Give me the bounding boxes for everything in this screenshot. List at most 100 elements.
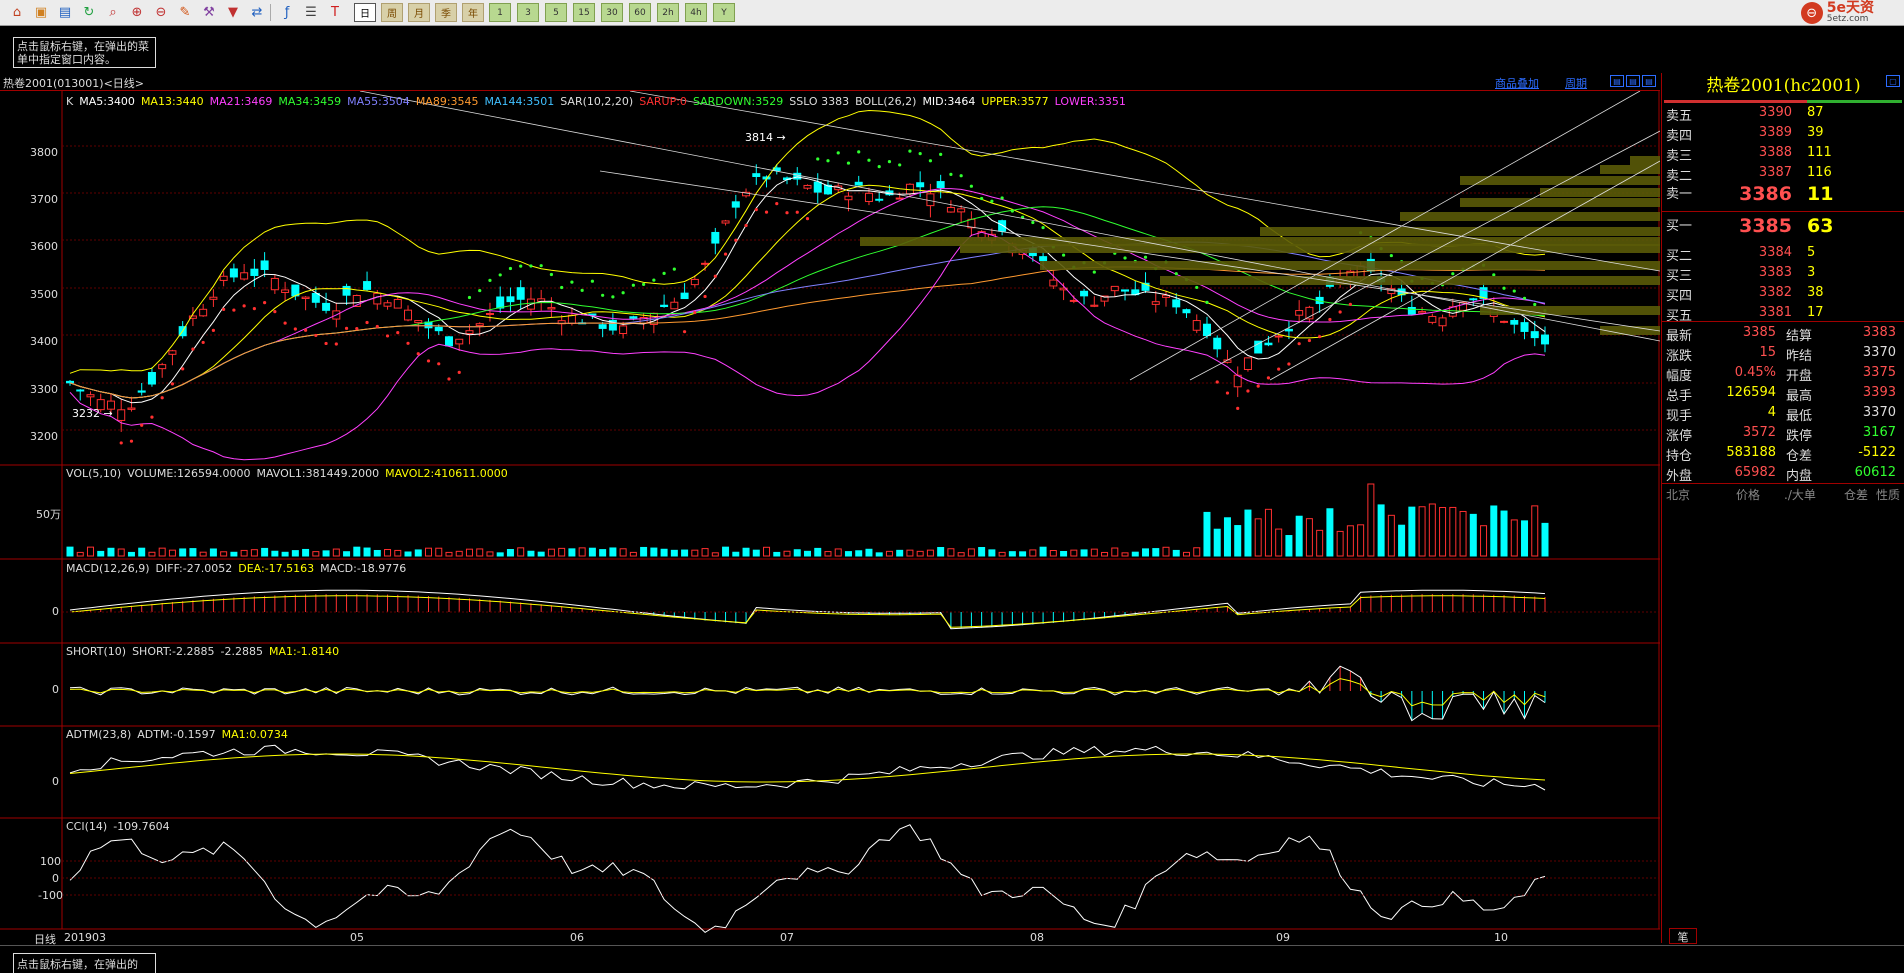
minute-period-button-8[interactable]: Y xyxy=(713,3,735,22)
adtm-legend: ADTM(23,8) ADTM:-0.1597 MA1:0.0734 xyxy=(66,728,294,741)
volume-bar xyxy=(97,550,105,557)
stat-label: 最低 xyxy=(1786,409,1813,424)
zoom-icon[interactable]: ⌕ xyxy=(102,3,124,22)
volume-bar xyxy=(640,546,648,557)
period-button-0[interactable]: 日 xyxy=(354,3,376,22)
volume-bar xyxy=(1019,551,1027,557)
minute-period-button-1[interactable]: 3 xyxy=(517,3,539,22)
volume-bar xyxy=(1254,518,1262,557)
candle-body xyxy=(905,183,914,195)
volume-bar xyxy=(1142,548,1150,557)
refresh-icon[interactable]: ↻ xyxy=(78,3,100,22)
sar-dot xyxy=(488,278,492,282)
period-button-2[interactable]: 月 xyxy=(408,3,430,22)
window-hint[interactable]: 点击鼠标右键，在弹出的菜单中指定窗口内容。 xyxy=(13,37,156,68)
adtm-ma: MA1:0.0734 xyxy=(221,728,288,741)
candle-body xyxy=(322,302,331,311)
compare-icon[interactable]: ⇄ xyxy=(246,3,268,22)
candle-body xyxy=(793,172,802,180)
folder-icon[interactable]: ▣ xyxy=(30,3,52,22)
bid-label: 买一 xyxy=(1666,219,1693,234)
sar-dot xyxy=(560,285,564,290)
volume-bar xyxy=(1223,517,1231,557)
indicator-icon[interactable]: ƒ xyxy=(276,3,298,22)
volume-bar xyxy=(1152,548,1160,557)
tools-icon[interactable]: ⚒ xyxy=(198,3,220,22)
sar-dot xyxy=(918,152,922,156)
bid-row-3[interactable]: 买三 3383 3 xyxy=(1662,265,1904,285)
minute-period-button-4[interactable]: 30 xyxy=(601,3,623,22)
stock-icon[interactable]: ▤ xyxy=(54,3,76,22)
sar-dot xyxy=(1533,302,1537,307)
layout-2-button[interactable]: ▤ xyxy=(1626,75,1640,87)
sar-dot xyxy=(611,295,615,299)
sar-dot xyxy=(1225,391,1230,395)
volume-bar xyxy=(261,547,269,557)
volume-bar xyxy=(1070,549,1078,557)
adtm-name: ADTM(23,8) xyxy=(66,728,132,741)
ask-row-2[interactable]: 卖二 3387 116 xyxy=(1662,165,1904,185)
bid-row-2[interactable]: 买二 3384 5 xyxy=(1662,245,1904,265)
sar-dot xyxy=(385,334,390,338)
period-button-4[interactable]: 年 xyxy=(462,3,484,22)
minute-period-button-6[interactable]: 2h xyxy=(657,3,679,22)
volume-bar xyxy=(1264,508,1272,557)
volume-bar xyxy=(250,549,258,557)
candle-body xyxy=(342,285,351,296)
layout-3-button[interactable]: ▤ xyxy=(1642,75,1656,87)
window-hint-bottom[interactable]: 点击鼠标右键，在弹出的 xyxy=(13,953,156,973)
sar-dot xyxy=(621,291,625,295)
sar-dot xyxy=(1451,272,1455,276)
period-button-3[interactable]: 季 xyxy=(435,3,457,22)
volume-bar xyxy=(1377,504,1385,557)
bid-row-4[interactable]: 买四 3382 38 xyxy=(1662,285,1904,305)
volume-bar xyxy=(465,548,473,557)
sar-dot xyxy=(1502,286,1506,290)
minute-period-button-0[interactable]: 1 xyxy=(489,3,511,22)
sar-dot xyxy=(580,288,584,292)
quote-title: 热卷2001(hc2001) xyxy=(1706,76,1861,96)
volume-bar xyxy=(1295,515,1303,557)
list-icon[interactable]: ☰ xyxy=(300,3,322,22)
volume-bar xyxy=(1326,508,1334,557)
zoom-in-icon[interactable]: ⊕ xyxy=(126,3,148,22)
quote-toggle-button[interactable]: ▢ xyxy=(1886,75,1900,87)
ask-row-1[interactable]: 卖一 3386 11 xyxy=(1662,183,1904,205)
ask-row-5[interactable]: 卖五 3390 87 xyxy=(1662,105,1904,125)
ask-row-3[interactable]: 卖三 3388 111 xyxy=(1662,145,1904,165)
ask-row-4[interactable]: 卖四 3389 39 xyxy=(1662,125,1904,145)
stat-row: 涨跌 15 昨结 3370 xyxy=(1662,345,1904,365)
bid-row-5[interactable]: 买五 3381 17 xyxy=(1662,305,1904,325)
chart-canvas[interactable]: 3814 → 3232 → xyxy=(0,91,1660,943)
ask-volume: 116 xyxy=(1807,165,1832,180)
sar-dot xyxy=(170,382,175,386)
draw-icon[interactable]: ✎ xyxy=(174,3,196,22)
zoom-out-icon[interactable]: ⊖ xyxy=(150,3,172,22)
filter-icon[interactable]: ▼ xyxy=(222,3,244,22)
stat-label: 开盘 xyxy=(1786,369,1813,384)
minute-period-button-5[interactable]: 60 xyxy=(629,3,651,22)
tab-pen[interactable]: 笔 xyxy=(1669,928,1697,944)
minute-period-button-2[interactable]: 5 xyxy=(545,3,567,22)
sar-dot xyxy=(1297,342,1301,346)
stat-label: 涨跌 xyxy=(1666,349,1693,364)
candle-body xyxy=(506,296,515,303)
main-indicator-14: UPPER:3577 xyxy=(981,95,1049,108)
layout-1-button[interactable]: ▤ xyxy=(1610,75,1624,87)
period-button-1[interactable]: 周 xyxy=(381,3,403,22)
commodity-overlay-link[interactable]: 商品叠加 xyxy=(1495,75,1539,91)
date-axis-label: 10 xyxy=(1494,931,1508,944)
minute-period-button-3[interactable]: 15 xyxy=(573,3,595,22)
candle-body xyxy=(1295,310,1304,316)
home-icon[interactable]: ⌂ xyxy=(6,3,28,22)
volume-bar xyxy=(1131,551,1139,557)
bid-row-1[interactable]: 买一 3385 63 xyxy=(1662,215,1904,237)
minute-period-button-7[interactable]: 4h xyxy=(685,3,707,22)
vol-mavol2: MAVOL2:410611.0000 xyxy=(385,467,508,480)
period-link[interactable]: 周期 xyxy=(1565,75,1587,91)
tick-icon[interactable]: T xyxy=(324,3,346,22)
volume-bar xyxy=(660,548,668,557)
volume-bar xyxy=(1234,525,1242,557)
sar-dot xyxy=(201,340,205,345)
volume-bar xyxy=(384,549,392,557)
